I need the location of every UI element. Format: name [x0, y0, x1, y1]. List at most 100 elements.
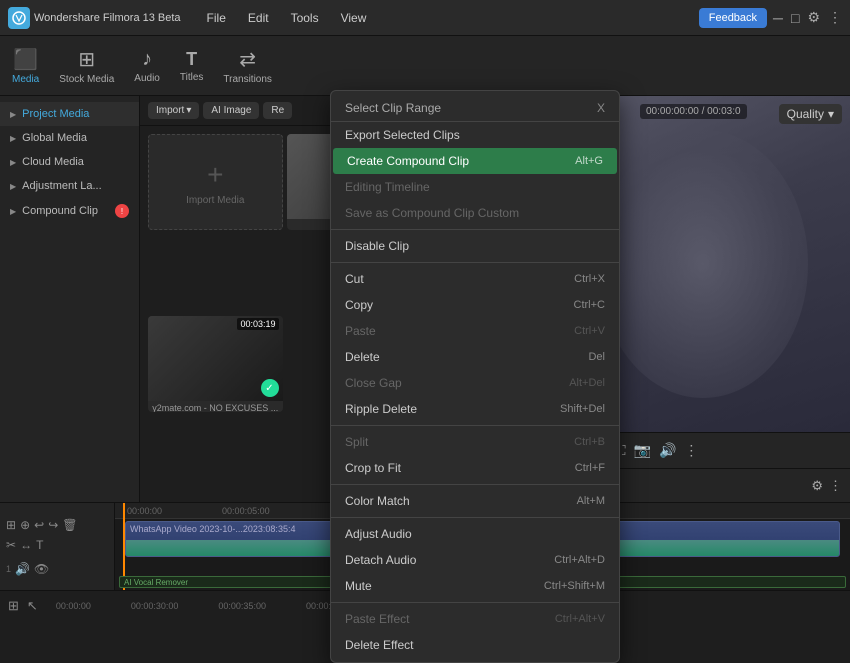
media-icon: ⬛: [13, 47, 38, 72]
settings-icon[interactable]: ⚙: [811, 478, 823, 494]
panel-label: Compound Clip: [22, 205, 98, 217]
cm-crop-to-fit[interactable]: Crop to Fit Ctrl+F: [331, 455, 619, 481]
volume-icon[interactable]: 🔊: [659, 442, 676, 459]
cm-item-label: Save as Compound Clip Custom: [345, 206, 519, 220]
close-context-menu-icon[interactable]: X: [597, 101, 605, 115]
cm-divider-2: [331, 262, 619, 263]
import-button[interactable]: Import ▾: [148, 102, 199, 119]
panel-compound-clip[interactable]: ▶ Compound Clip !: [0, 198, 139, 224]
media-label: Media: [12, 74, 39, 85]
ai-vocal-label: AI Vocal Remover: [124, 578, 188, 587]
cm-export-selected[interactable]: Export Selected Clips: [331, 122, 619, 148]
cm-item-shortcut: Ctrl+F: [575, 462, 605, 474]
compound-clip-badge: !: [115, 204, 129, 218]
quality-dropdown[interactable]: Quality ▾: [779, 104, 842, 124]
snapshot-icon[interactable]: 📷: [634, 442, 651, 459]
arrow-icon: ▶: [10, 110, 16, 119]
track-eye-icon[interactable]: 👁: [34, 562, 49, 576]
track-volume-icon[interactable]: 🔊: [15, 562, 30, 576]
panel-cloud-media[interactable]: ▶ Cloud Media: [0, 150, 139, 174]
cm-delete-effect[interactable]: Delete Effect: [331, 632, 619, 658]
cm-item-shortcut: Shift+Del: [560, 403, 605, 415]
cm-copy[interactable]: Copy Ctrl+C: [331, 292, 619, 318]
media-thumb-2[interactable]: 00:03:19 ✓ y2mate.com - NO EXCUSES ...: [148, 316, 283, 412]
cm-close-gap[interactable]: Close Gap Alt+Del: [331, 370, 619, 396]
cm-mute[interactable]: Mute Ctrl+Shift+M: [331, 573, 619, 599]
redo-icon[interactable]: ↪: [48, 518, 58, 532]
app-title: Wondershare Filmora 13 Beta: [34, 12, 181, 24]
toolbar-media[interactable]: ⬛ Media: [12, 47, 39, 85]
import-media-cell[interactable]: + Import Media: [148, 134, 283, 230]
toolbar-transitions[interactable]: ⇄ Transitions: [223, 47, 272, 85]
topbar-icons: ─ □ ⚙ ⋮: [773, 9, 842, 26]
titles-icon: T: [186, 49, 197, 70]
cm-divider-1: [331, 229, 619, 230]
cm-item-label: Delete: [345, 350, 380, 364]
cm-item-label: Create Compound Clip: [347, 154, 469, 168]
tl-grid-icon[interactable]: ⊞: [8, 598, 19, 614]
arrow-icon: ▶: [10, 134, 16, 143]
window-min-icon[interactable]: ─: [773, 10, 783, 26]
more2-icon[interactable]: ⋮: [829, 478, 842, 494]
text-tool-icon[interactable]: T: [36, 538, 43, 552]
cm-cut[interactable]: Cut Ctrl+X: [331, 266, 619, 292]
more-icon[interactable]: ⋮: [684, 442, 698, 459]
toolbar-titles[interactable]: T Titles: [180, 49, 204, 83]
ai-image-button[interactable]: AI Image: [203, 102, 259, 119]
cm-paste-effect[interactable]: Paste Effect Ctrl+Alt+V: [331, 606, 619, 632]
menu-view[interactable]: View: [331, 7, 377, 29]
panel-project-media[interactable]: ▶ Project Media: [0, 102, 139, 126]
window-max-icon[interactable]: □: [791, 10, 799, 26]
cm-item-label: Cut: [345, 272, 364, 286]
cm-editing-timeline[interactable]: Editing Timeline: [331, 174, 619, 200]
menu-tools[interactable]: Tools: [281, 7, 329, 29]
toolbar-stock-media[interactable]: ⊞ Stock Media: [59, 47, 114, 85]
grid-icon[interactable]: ⊞: [6, 518, 16, 532]
cm-divider-3: [331, 425, 619, 426]
ai-image-label: AI Image: [211, 105, 251, 116]
cm-item-shortcut: Alt+M: [577, 495, 605, 507]
cm-item-shortcut: Alt+G: [575, 155, 603, 167]
cm-delete[interactable]: Delete Del: [331, 344, 619, 370]
audio-label: Audio: [134, 73, 160, 84]
cm-item-shortcut: Ctrl+C: [574, 299, 605, 311]
cm-item-label: Export Selected Clips: [345, 128, 460, 142]
ruler-mark-0: 00:00:00: [127, 506, 162, 516]
toolbar-audio[interactable]: ♪ Audio: [134, 48, 160, 84]
arrow-icon[interactable]: ↔: [20, 538, 32, 552]
menu-edit[interactable]: Edit: [238, 7, 279, 29]
cm-color-match[interactable]: Color Match Alt+M: [331, 488, 619, 514]
cm-item-label: Color Match: [345, 494, 410, 508]
undo-icon[interactable]: ↩: [34, 518, 44, 532]
feedback-button[interactable]: Feedback: [699, 8, 767, 28]
media-thumb-bg-2: 00:03:19 ✓: [148, 316, 283, 401]
delete-icon[interactable]: 🗑: [62, 518, 77, 532]
panel-global-media[interactable]: ▶ Global Media: [0, 126, 139, 150]
app-logo: Wondershare Filmora 13 Beta: [8, 7, 181, 29]
import-chevron-icon: ▾: [186, 105, 191, 116]
media-item-label-2: y2mate.com - NO EXCUSES ...: [152, 403, 278, 412]
cm-divider-6: [331, 602, 619, 603]
cm-create-compound[interactable]: Create Compound Clip Alt+G: [333, 148, 617, 174]
import-plus-icon: +: [207, 159, 223, 191]
cm-save-compound-custom[interactable]: Save as Compound Clip Custom: [331, 200, 619, 226]
audio-icon: ♪: [142, 48, 152, 71]
cm-split[interactable]: Split Ctrl+B: [331, 429, 619, 455]
cm-paste[interactable]: Paste Ctrl+V: [331, 318, 619, 344]
window-settings-icon[interactable]: ⚙: [807, 9, 820, 26]
cm-item-shortcut: Ctrl+V: [574, 325, 605, 337]
cm-adjust-audio[interactable]: Adjust Audio: [331, 521, 619, 547]
scissor2-icon[interactable]: ✂: [6, 538, 16, 552]
cm-item-label: Close Gap: [345, 376, 402, 390]
tl-cursor-icon[interactable]: ↖: [27, 598, 38, 614]
panel-adjustment[interactable]: ▶ Adjustment La...: [0, 174, 139, 198]
re-button[interactable]: Re: [263, 102, 292, 119]
cm-item-shortcut: Ctrl+Shift+M: [544, 580, 605, 592]
window-more-icon[interactable]: ⋮: [828, 9, 842, 26]
cm-disable-clip[interactable]: Disable Clip: [331, 233, 619, 259]
magnet-icon[interactable]: ⊕: [20, 518, 30, 532]
cm-ripple-delete[interactable]: Ripple Delete Shift+Del: [331, 396, 619, 422]
cm-detach-audio[interactable]: Detach Audio Ctrl+Alt+D: [331, 547, 619, 573]
cm-item-label: Crop to Fit: [345, 461, 401, 475]
menu-file[interactable]: File: [197, 7, 236, 29]
